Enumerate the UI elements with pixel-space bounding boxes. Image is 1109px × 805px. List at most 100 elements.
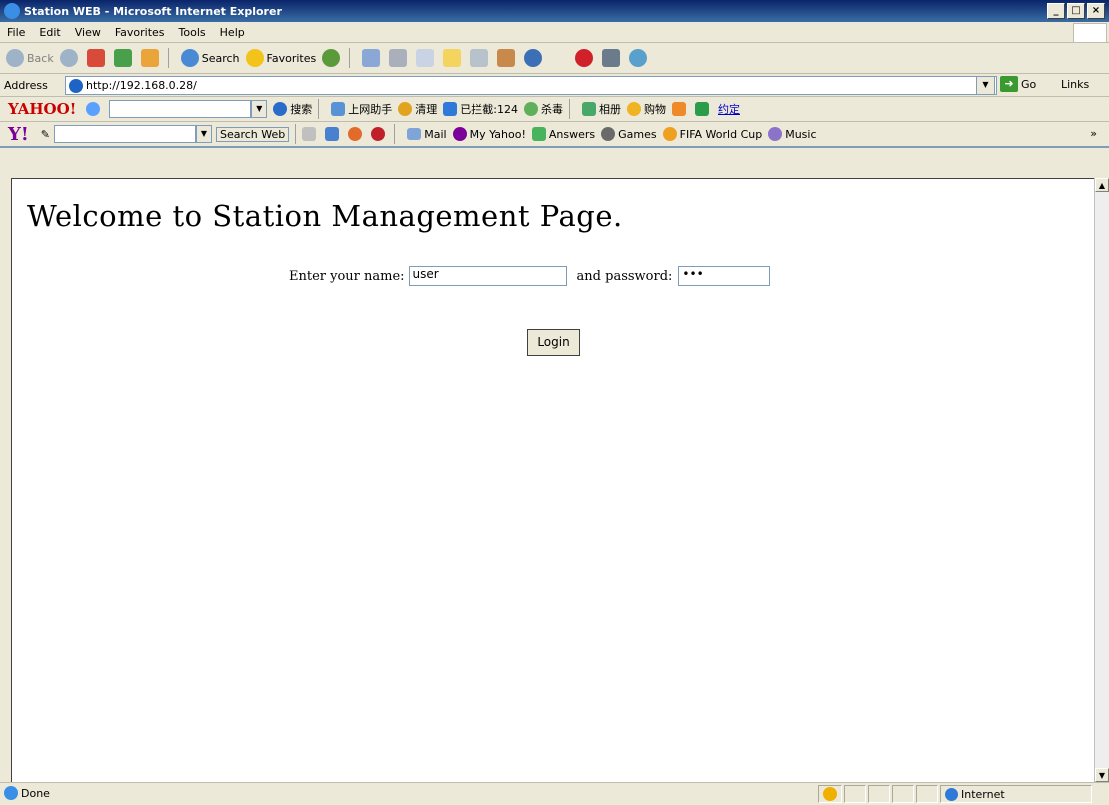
search-button[interactable]: Search [180, 49, 240, 67]
answers-button[interactable]: Answers [531, 127, 596, 141]
yahoo-cn-blocked[interactable]: 已拦截:124 [443, 101, 518, 117]
yahoo-search-input[interactable] [53, 125, 196, 143]
menu-edit[interactable]: Edit [32, 26, 67, 39]
login-button[interactable]: Login [527, 329, 580, 356]
go-arrow-icon: ➜ [1000, 76, 1018, 92]
home-button[interactable] [140, 49, 162, 67]
menu-favorites[interactable]: Favorites [108, 26, 172, 39]
refresh-button[interactable] [113, 49, 135, 67]
menu-tools[interactable]: Tools [172, 26, 213, 39]
games-button[interactable]: Games [601, 127, 657, 141]
links-button[interactable]: Links [1061, 78, 1089, 91]
yahoo-mail-label: Mail [424, 127, 447, 141]
yahoo-cn-antivirus-label: 杀毒 [540, 103, 563, 116]
warning-icon [823, 787, 837, 801]
back-button[interactable]: Back [6, 49, 54, 67]
history-icon [322, 49, 341, 67]
yahoo-cn-assistant[interactable]: 上网助手 [331, 101, 392, 117]
calculator-icon [470, 49, 489, 67]
headphones-icon[interactable] [371, 127, 386, 141]
address-input[interactable]: http://192.168.0.28/ [65, 76, 997, 95]
favorites-button[interactable]: Favorites [245, 49, 316, 67]
back-arrow-icon [6, 49, 24, 67]
research-button[interactable] [470, 49, 491, 67]
menu-help[interactable]: Help [213, 26, 252, 39]
yahoo-mail-button[interactable]: Mail [407, 127, 447, 141]
close-button[interactable]: × [1087, 3, 1105, 19]
yahoo-cn-clean[interactable]: 清理 [398, 101, 437, 117]
music-button[interactable]: Music [768, 127, 817, 141]
tool-button[interactable] [524, 49, 545, 67]
menu-bar: File Edit View Favorites Tools Help [0, 22, 1109, 43]
app-icon [694, 102, 709, 116]
toolbar-overflow-chevron[interactable]: » [1090, 127, 1097, 140]
mail-button[interactable] [362, 49, 383, 67]
pencil-icon[interactable]: ✎ [41, 128, 50, 141]
yahoo-search-label: Search Web [219, 127, 286, 141]
flower-icon[interactable] [86, 102, 101, 116]
highlight-icon[interactable] [302, 127, 317, 141]
yahoo-cn-rss[interactable] [671, 102, 689, 116]
yahoo-cn-search-input[interactable] [109, 100, 252, 118]
bookmark-icon[interactable] [325, 127, 340, 141]
ie-icon [4, 3, 20, 19]
yahoo-toolbar: Y! ✎ ▼ Search Web Mail My Yahoo! Answers… [0, 122, 1109, 148]
my-yahoo-button[interactable]: My Yahoo! [452, 127, 526, 141]
answers-label: Answers [548, 127, 596, 141]
antispy-icon[interactable] [348, 127, 363, 141]
yahoo-cn-shopping[interactable]: 购物 [626, 101, 666, 117]
yahoo-search-dropdown[interactable]: ▼ [195, 125, 212, 143]
yahoo-cn-search-button[interactable]: 搜索 [273, 101, 312, 117]
go-button[interactable]: ➜ Go [1000, 76, 1036, 92]
yahoo-cn-logo[interactable]: YAHOO! [8, 100, 76, 118]
popup-blocker-icon [443, 102, 458, 116]
address-label: Address [4, 78, 48, 92]
maximize-button[interactable]: □ [1067, 3, 1085, 19]
name-label: Enter your name: [289, 268, 405, 284]
stop-button[interactable] [86, 49, 108, 67]
news-button[interactable] [602, 49, 623, 67]
menu-view[interactable]: View [68, 26, 108, 39]
yahoo-cn-search-dropdown[interactable]: ▼ [251, 100, 268, 118]
menu-file[interactable]: File [0, 26, 32, 39]
name-input[interactable]: user [408, 266, 567, 286]
status-panel [844, 785, 866, 803]
discuss-button[interactable] [443, 49, 464, 67]
fifa-button[interactable]: FIFA World Cup [662, 127, 763, 141]
standard-toolbar: Back Search Favorites [0, 43, 1109, 74]
minimize-button[interactable]: _ [1047, 3, 1065, 19]
toolbar-separator [394, 124, 396, 144]
star-icon [245, 49, 264, 67]
windows-logo-icon [1073, 23, 1107, 43]
address-dropdown[interactable]: ▼ [976, 76, 995, 95]
scroll-up-arrow[interactable]: ▲ [1095, 178, 1109, 192]
yahoo-logo[interactable]: Y! [8, 124, 29, 145]
print-button[interactable] [389, 49, 410, 67]
broom-icon [398, 102, 413, 116]
stamp-button[interactable] [575, 49, 596, 67]
messenger-button[interactable] [497, 49, 518, 67]
games-label: Games [618, 127, 657, 141]
yahoo-cn-antivirus[interactable]: 杀毒 [523, 101, 563, 117]
forward-button[interactable] [59, 49, 81, 67]
yahoo-cn-photos[interactable]: 相册 [581, 101, 621, 117]
password-input[interactable]: ••• [678, 266, 771, 286]
scroll-down-arrow[interactable]: ▼ [1095, 768, 1109, 782]
go-label: Go [1021, 77, 1037, 91]
yahoo-cn-shopping-label: 购物 [643, 103, 666, 116]
books-icon [497, 49, 516, 67]
joystick-icon [601, 127, 616, 141]
yahoo-search-button[interactable]: Search Web [215, 126, 290, 142]
mail-icon [407, 128, 422, 140]
edit-button[interactable] [416, 49, 437, 67]
stop-icon [86, 49, 105, 67]
fifa-label: FIFA World Cup [679, 127, 763, 141]
users-button[interactable] [629, 49, 650, 67]
shield-icon [523, 102, 538, 116]
yahoo-cn-app[interactable] [694, 102, 712, 116]
my-yahoo-icon [452, 127, 467, 141]
vertical-scrollbar[interactable]: ▲ ▼ [1094, 178, 1109, 782]
yahoo-cn-date[interactable]: 约定 [718, 101, 740, 117]
page-icon [69, 78, 83, 93]
history-button[interactable] [322, 49, 343, 67]
